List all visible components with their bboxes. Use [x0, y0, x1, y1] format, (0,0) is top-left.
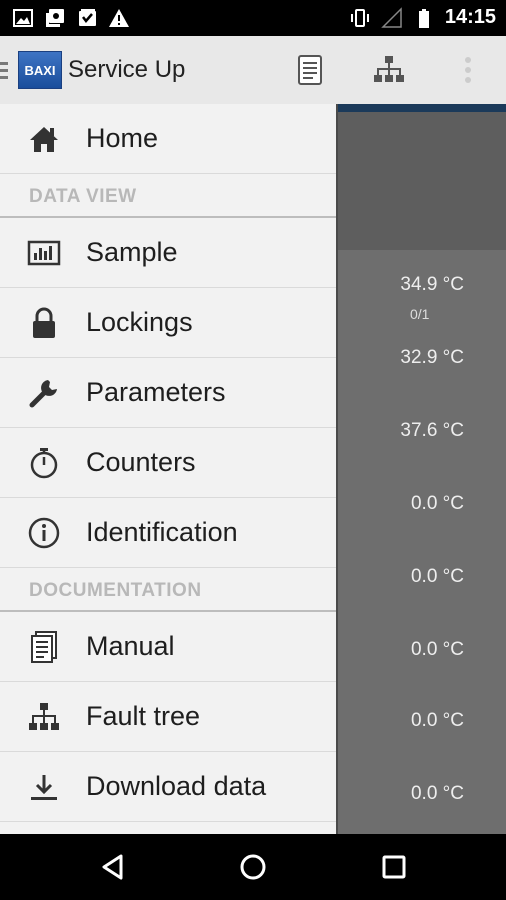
- value-row: 0.0 °C: [410, 783, 464, 804]
- drawer-item-label: Download data: [86, 771, 267, 801]
- content-accent-bar: [338, 104, 506, 112]
- drawer-item-download-data[interactable]: Download data: [0, 752, 336, 822]
- drawer-indicator-icon[interactable]: [0, 60, 8, 80]
- drawer-item-home[interactable]: Home: [0, 104, 336, 174]
- drawer-item-label: Fault tree: [86, 701, 201, 731]
- drawer-item-label: Sample: [86, 237, 178, 267]
- lock-icon: [33, 307, 55, 338]
- home-button-icon[interactable]: [237, 851, 269, 883]
- chart-icon: [27, 240, 61, 265]
- drawer-item-label: Parameters: [86, 377, 226, 407]
- value-row: 37.6 °C: [400, 420, 464, 441]
- home-icon: [30, 126, 58, 152]
- drawer-item-label: Home: [86, 123, 159, 153]
- value-row: 34.9 °C: [400, 274, 464, 295]
- download-icon: [79, 9, 96, 26]
- vibrate-icon: [350, 8, 369, 27]
- baxi-logo[interactable]: BAXI: [18, 51, 62, 89]
- drawer-item-parameters[interactable]: Parameters: [0, 358, 336, 428]
- drawer-item-label: Manual: [86, 631, 175, 661]
- recents-icon[interactable]: [378, 851, 410, 883]
- section-title: DATA VIEW: [29, 186, 137, 207]
- warning-icon: [109, 9, 129, 27]
- stopwatch-icon: [30, 447, 58, 478]
- drawer-item-label: Lockings: [86, 307, 193, 337]
- section-header-data-view: DATA VIEW: [0, 174, 336, 218]
- fault-tree-icon: [29, 702, 59, 730]
- drawer-item-lockings[interactable]: Lockings: [0, 288, 336, 358]
- drawer-item-identification[interactable]: Identification: [0, 498, 336, 568]
- clock: 14:15: [444, 6, 496, 28]
- app-title: Service Up: [68, 56, 186, 83]
- drawer-item-manual[interactable]: Manual: [0, 612, 336, 682]
- section-title: DOCUMENTATION: [29, 580, 202, 601]
- overflow-menu-icon[interactable]: [450, 52, 486, 88]
- value-row: 0.0 °C: [410, 566, 464, 587]
- status-bar: 14:15: [0, 0, 506, 36]
- drawer-item-fault-tree[interactable]: Fault tree: [0, 682, 336, 752]
- drawer-item-label: Identification: [86, 517, 238, 547]
- system-navigation-bar: [0, 834, 506, 900]
- drawer-item-counters[interactable]: Counters: [0, 428, 336, 498]
- drawer-item-label: Counters: [86, 447, 196, 477]
- document-icon: [31, 630, 57, 663]
- battery-icon: [418, 8, 429, 28]
- download-icon: [31, 774, 57, 800]
- value-row: 0.0 °C: [410, 710, 464, 731]
- photo-album-icon: [46, 9, 64, 27]
- fault-tree-icon[interactable]: [371, 52, 407, 88]
- manual-icon[interactable]: [292, 52, 328, 88]
- image-icon: [13, 9, 33, 27]
- app-bar: BAXI Service Up: [0, 36, 506, 104]
- section-header-documentation: DOCUMENTATION: [0, 568, 336, 612]
- value-row: 0.0 °C: [410, 493, 464, 514]
- content-header: [338, 112, 506, 250]
- content-ratio: 0/1: [410, 306, 430, 322]
- signal-icon: [381, 6, 402, 28]
- wrench-icon: [29, 379, 57, 407]
- navigation-drawer: Home DATA VIEW Sample Lockings Parameter…: [0, 104, 338, 834]
- info-icon: [28, 517, 60, 548]
- value-row: 32.9 °C: [400, 347, 464, 368]
- back-icon[interactable]: [97, 851, 129, 883]
- value-row: 0.0 °C: [410, 639, 464, 660]
- drawer-item-sample[interactable]: Sample: [0, 218, 336, 288]
